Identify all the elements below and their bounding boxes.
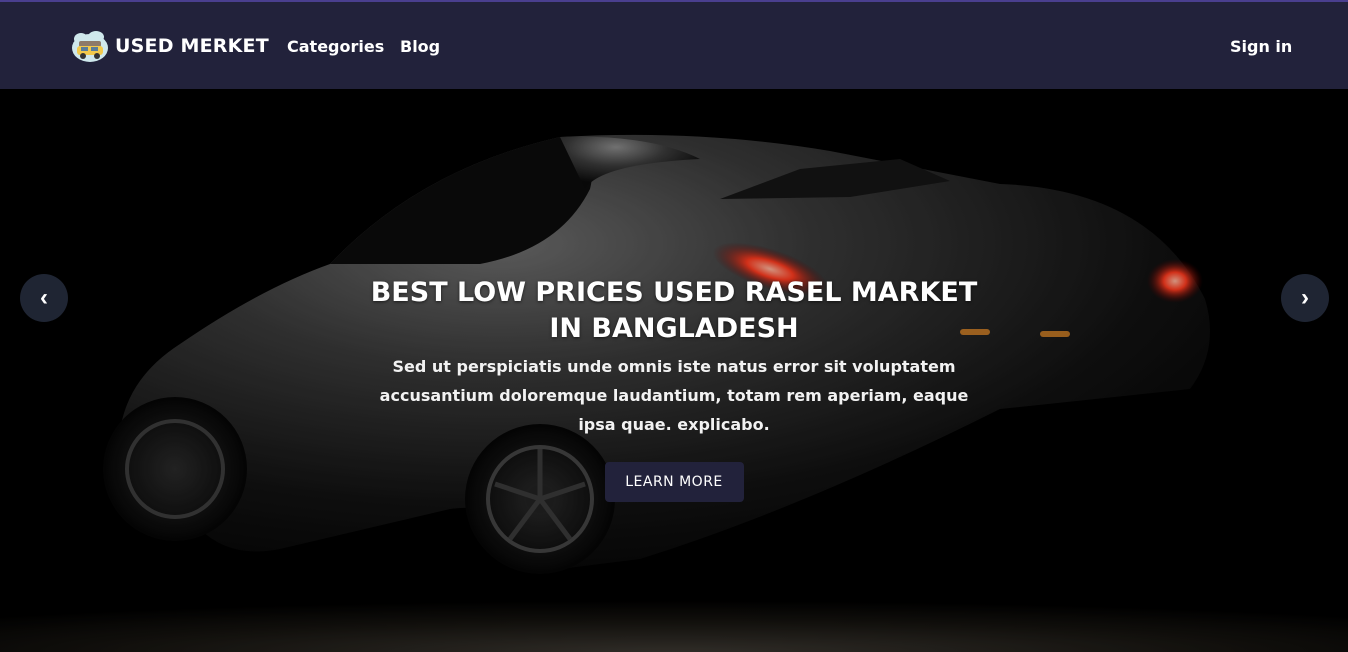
signin-link[interactable]: Sign in	[1230, 37, 1292, 56]
chevron-right-icon: ›	[1301, 284, 1309, 311]
carousel-next-button[interactable]: ›	[1281, 274, 1329, 322]
chevron-left-icon: ‹	[40, 284, 48, 311]
hero-content: BEST LOW PRICES USED RASEL MARKET IN BAN…	[350, 275, 998, 502]
nav-link-blog[interactable]: Blog	[400, 37, 440, 56]
hero-carousel: ‹ › BEST LOW PRICES USED RASEL MARKET IN…	[0, 89, 1348, 652]
brand-name: USED MERKET	[115, 35, 269, 57]
nav-link-categories[interactable]: Categories	[287, 37, 384, 56]
brand-link[interactable]: USED MERKET	[71, 27, 269, 65]
hero-description: Sed ut perspiciatis unde omnis iste natu…	[379, 357, 969, 434]
carousel-prev-button[interactable]: ‹	[20, 274, 68, 322]
hero-title: BEST LOW PRICES USED RASEL MARKET IN BAN…	[370, 277, 978, 344]
learn-more-button[interactable]: LEARN MORE	[604, 462, 744, 502]
navbar: USED MERKET Categories Blog Sign in	[0, 0, 1348, 89]
car-logo-icon	[72, 31, 108, 62]
